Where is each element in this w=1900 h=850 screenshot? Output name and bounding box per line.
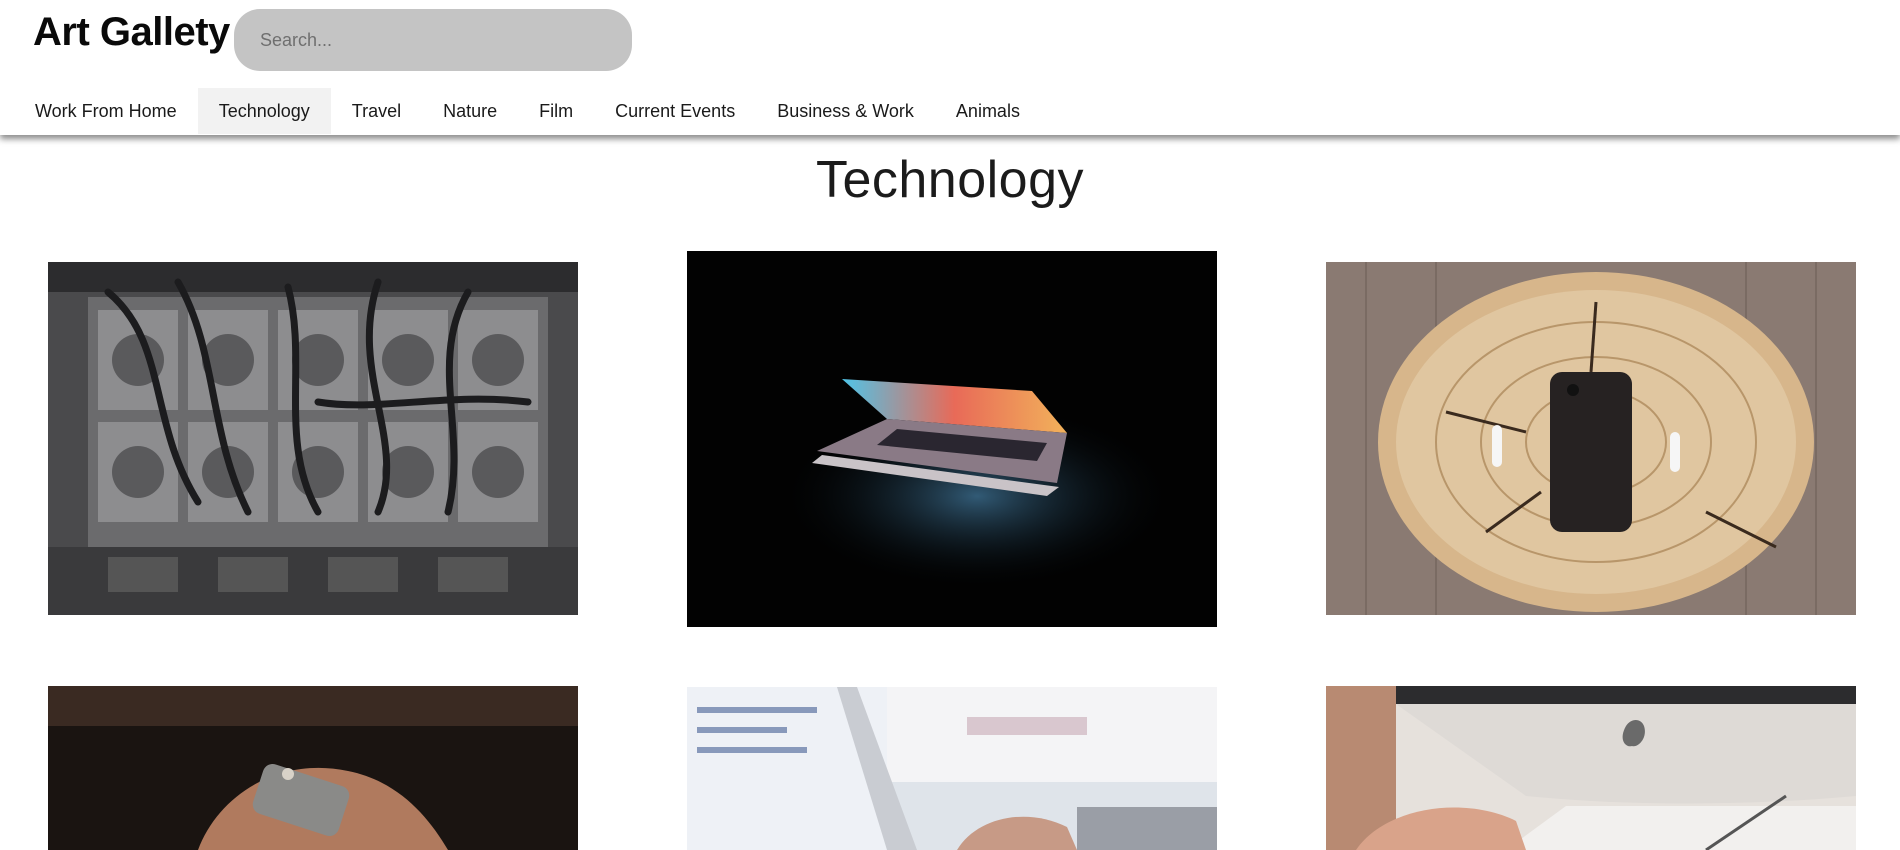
search-input[interactable] — [234, 9, 632, 71]
tab-film[interactable]: Film — [518, 88, 594, 134]
gallery-photo-server-rack[interactable] — [48, 262, 578, 615]
site-logo[interactable]: Art Gallety — [33, 8, 230, 56]
tab-work-from-home[interactable]: Work From Home — [14, 88, 198, 134]
tab-travel[interactable]: Travel — [331, 88, 422, 134]
imac-typing-image — [1326, 686, 1856, 850]
tab-business-work[interactable]: Business & Work — [756, 88, 935, 134]
gallery-photo-imac-typing[interactable] — [1326, 686, 1856, 850]
laptop-glow-image — [687, 251, 1217, 627]
gallery-photo-laptop-dark[interactable] — [687, 251, 1217, 627]
gallery-photo-phone-on-wood[interactable] — [1326, 262, 1856, 615]
top-header: Art Gallety Work From Home Technology Tr… — [0, 0, 1900, 135]
hands-phone-image — [48, 686, 578, 850]
page-title: Technology — [815, 151, 1085, 209]
phone-wood-image — [1326, 262, 1856, 615]
server-rack-image — [48, 262, 578, 615]
laptop-monitor-image — [687, 687, 1217, 850]
gallery-photo-laptop-monitor[interactable] — [687, 687, 1217, 850]
gallery-photo-hands-phone[interactable] — [48, 686, 578, 850]
tab-animals[interactable]: Animals — [935, 88, 1041, 134]
tab-technology[interactable]: Technology — [197, 88, 331, 134]
tab-nature[interactable]: Nature — [422, 88, 518, 134]
tab-current-events[interactable]: Current Events — [594, 88, 756, 134]
category-nav: Work From Home Technology Travel Nature … — [14, 88, 1041, 134]
